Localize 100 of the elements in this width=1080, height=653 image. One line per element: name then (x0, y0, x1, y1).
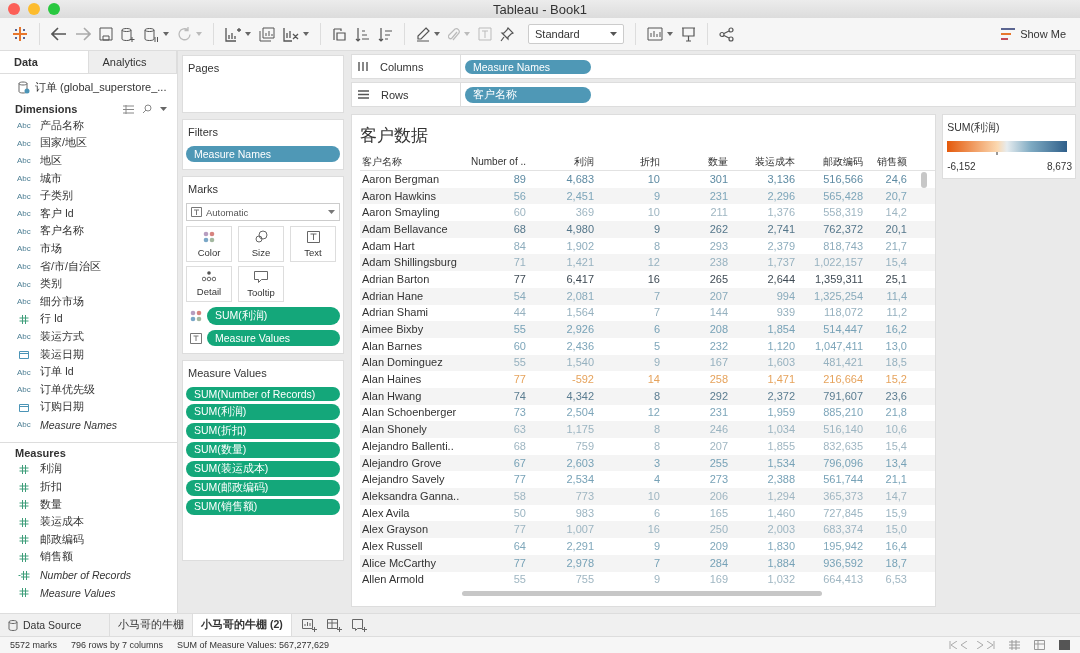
dimension-field[interactable]: 装运方式 (40, 329, 84, 344)
dimension-field[interactable]: 行 Id (40, 312, 63, 327)
dimension-field[interactable]: 产品名称 (40, 118, 84, 133)
row-header[interactable]: Alex Russell (360, 539, 466, 553)
dimension-field[interactable]: 类别 (40, 277, 62, 292)
grid-view-icon[interactable] (123, 104, 134, 114)
caret-icon[interactable] (303, 32, 309, 36)
marks-card-button[interactable]: Text (290, 226, 336, 262)
mark-type-dropdown[interactable]: Automatic (186, 203, 340, 221)
row-header[interactable]: Alice McCarthy (360, 556, 466, 570)
new-worksheet-icon[interactable] (301, 618, 317, 632)
row-header[interactable]: Alan Hwang (360, 389, 466, 403)
row-header[interactable]: Adam Bellavance (360, 222, 466, 236)
measure-field[interactable]: 数量 (40, 497, 62, 512)
measure-field[interactable]: 邮政编码 (40, 532, 84, 547)
row-header[interactable]: Adrian Hane (360, 289, 466, 303)
measure-field[interactable]: 利润 (40, 462, 62, 477)
row-header[interactable]: Adrian Barton (360, 272, 466, 286)
row-header[interactable]: Alan Schoenberger (360, 406, 466, 420)
forward-arrow-icon[interactable] (75, 27, 91, 41)
dimension-field[interactable]: 客户名称 (40, 224, 84, 239)
caret-icon[interactable] (245, 32, 251, 36)
duplicate-chart-icon[interactable] (259, 26, 275, 42)
close-button[interactable] (8, 3, 20, 15)
bar-chart-icon[interactable] (646, 27, 663, 41)
database-pause-icon[interactable] (144, 26, 159, 42)
sort-ascending-icon[interactable] (355, 26, 370, 42)
column-header[interactable]: 数量 (660, 154, 728, 169)
row-header[interactable]: Alan Dominguez (360, 356, 466, 370)
row-header[interactable]: Aaron Hawkins (360, 189, 466, 203)
dimension-field[interactable]: 订单优先级 (40, 382, 95, 397)
column-header[interactable]: 装运成本 (728, 154, 795, 169)
save-icon[interactable] (99, 27, 113, 41)
marks-card-button[interactable]: Color (186, 226, 232, 262)
logo-icon[interactable] (12, 26, 28, 42)
share-icon[interactable] (718, 26, 734, 42)
dimension-field[interactable]: 省/市/自治区 (40, 259, 101, 274)
paperclip-icon[interactable] (448, 26, 460, 42)
row-header[interactable]: Adam Hart (360, 239, 466, 253)
new-dashboard-icon[interactable] (326, 618, 342, 632)
pin-icon[interactable] (500, 26, 514, 42)
caret-icon[interactable] (160, 107, 167, 111)
show-me-button[interactable]: Show Me (997, 26, 1070, 42)
column-header[interactable]: 邮政编码 (795, 154, 863, 169)
row-header[interactable]: Alejandro Ballenti.. (360, 439, 466, 453)
column-header[interactable]: 客户名称 (360, 154, 466, 169)
row-header[interactable]: Aleksandra Ganna.. (360, 489, 466, 503)
dimension-field[interactable]: 客户 Id (40, 206, 74, 221)
view-size-dropdown[interactable]: Standard (528, 24, 624, 44)
measure-field[interactable]: Number of Records (40, 569, 132, 582)
row-header[interactable]: Adam Shillingsburg (360, 256, 466, 270)
measure-field[interactable]: 折扣 (40, 480, 62, 495)
row-header[interactable]: Alan Haines (360, 373, 466, 387)
caret-icon[interactable] (666, 32, 673, 36)
dimension-field[interactable]: 订单 Id (40, 365, 74, 380)
new-story-icon[interactable] (351, 618, 367, 632)
row-header[interactable]: Allen Armold (360, 573, 466, 587)
clear-chart-icon[interactable] (283, 26, 299, 42)
back-arrow-icon[interactable] (51, 27, 67, 41)
row-header[interactable]: Adrian Shami (360, 306, 466, 320)
row-header[interactable]: Aaron Smayling (360, 206, 466, 220)
database-add-icon[interactable] (121, 26, 136, 42)
new-chart-icon[interactable] (225, 26, 241, 42)
dimension-field[interactable]: 子类别 (40, 189, 73, 204)
row-header[interactable]: Alex Grayson (360, 523, 466, 537)
column-header[interactable]: 折扣 (594, 154, 660, 169)
column-header[interactable]: 利润 (526, 154, 594, 169)
row-header[interactable]: Aaron Bergman (360, 172, 466, 186)
pane-tab[interactable]: Analytics (88, 51, 177, 73)
row-header[interactable]: Alan Shonely (360, 423, 466, 437)
filmstrip-view-icon[interactable] (1034, 640, 1045, 650)
measure-field[interactable]: Measure Values (40, 586, 116, 599)
column-header[interactable]: Number of .. (466, 156, 526, 167)
dimension-field[interactable]: 地区 (40, 154, 62, 168)
dimension-field[interactable]: Measure Names (40, 418, 118, 431)
measure-field[interactable]: 装运成本 (40, 515, 84, 530)
column-header[interactable]: 销售额 (863, 154, 907, 169)
marks-card-button[interactable]: Detail (186, 266, 232, 302)
row-header[interactable]: Aimee Bixby (360, 323, 466, 337)
caret-icon[interactable] (163, 32, 169, 36)
row-header[interactable]: Alejandro Grove (360, 456, 466, 470)
data-source-name[interactable]: 订单 (global_superstore_... (35, 80, 167, 95)
dimension-field[interactable]: 细分市场 (40, 294, 84, 309)
search-icon[interactable] (142, 104, 152, 114)
marks-card-button[interactable]: Size (238, 226, 284, 262)
marks-card-button[interactable]: Tooltip (238, 266, 284, 302)
measure-field[interactable]: 销售额 (40, 550, 73, 565)
caret-icon[interactable] (434, 32, 440, 36)
dimension-field[interactable]: 国家/地区 (40, 136, 87, 151)
horizontal-scrollbar[interactable] (462, 591, 822, 597)
pen-icon[interactable] (416, 26, 430, 42)
sheet-tab[interactable]: 小马哥的牛棚 (2) (193, 614, 292, 636)
dimension-field[interactable]: 城市 (40, 171, 62, 186)
vertical-scrollbar[interactable] (921, 172, 928, 188)
row-header[interactable]: Alejandro Savely (360, 473, 466, 487)
row-header[interactable]: Alan Barnes (360, 339, 466, 353)
presentation-icon[interactable] (680, 26, 696, 42)
row-header[interactable]: Alex Avila (360, 506, 466, 520)
dimension-field[interactable]: 订购日期 (40, 400, 84, 415)
dimension-field[interactable]: 市场 (40, 241, 62, 256)
